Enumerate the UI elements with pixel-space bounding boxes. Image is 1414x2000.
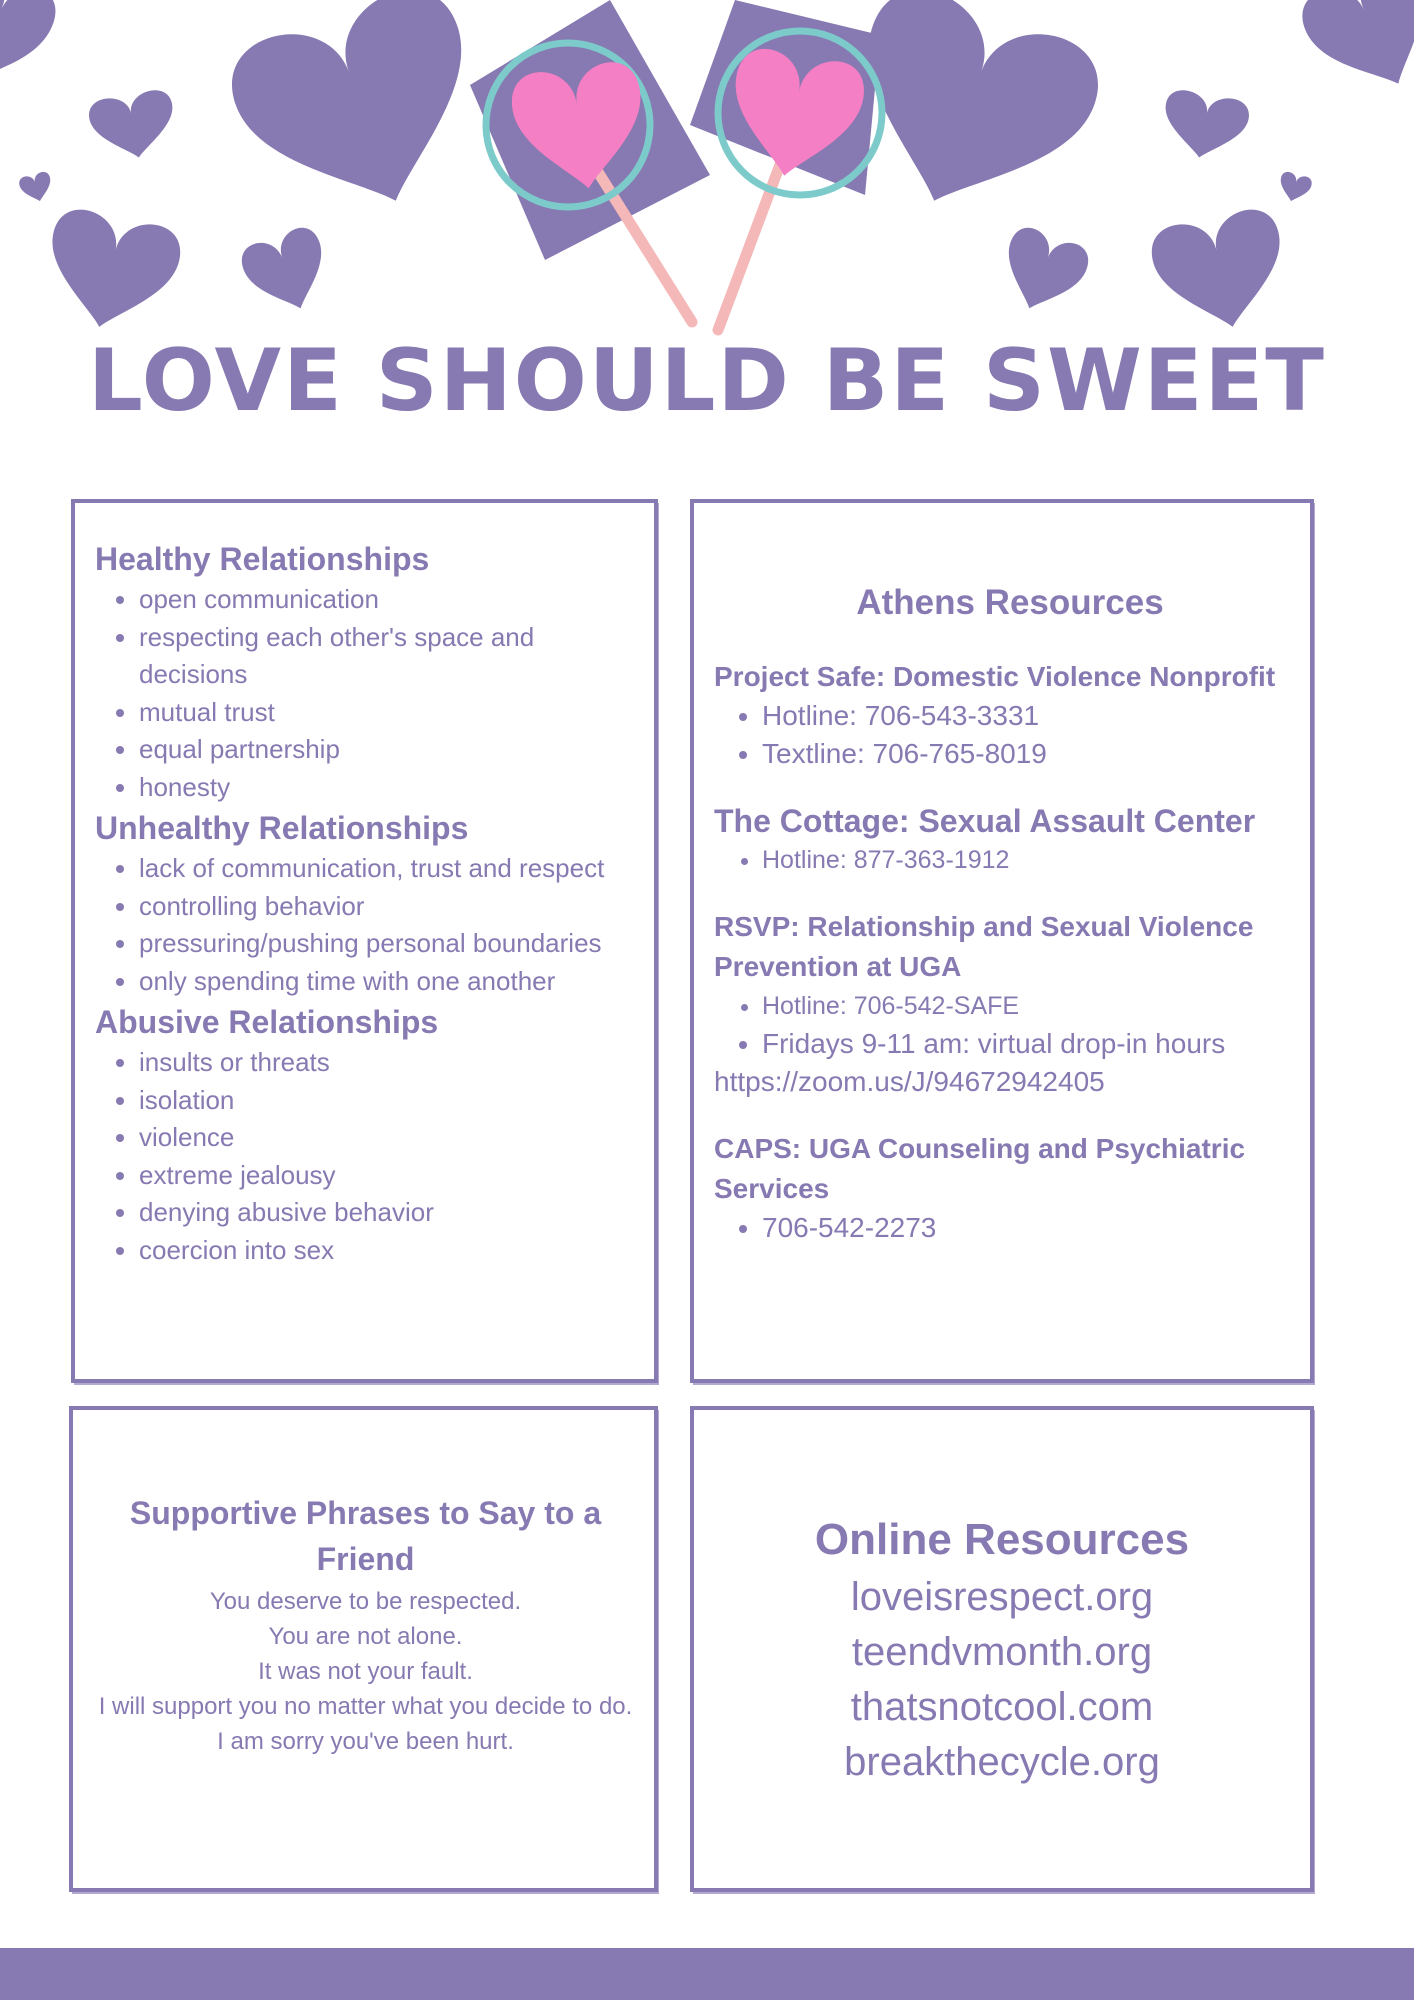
hotline-number[interactable]: Hotline: 706-542-SAFE bbox=[762, 987, 1306, 1025]
org-rsvp: RSVP: Relationship and Sexual Violence P… bbox=[714, 907, 1306, 1101]
list-item: respecting each other's space and decisi… bbox=[139, 619, 645, 694]
zoom-link[interactable]: https://zoom.us/J/94672942405 bbox=[714, 1063, 1306, 1101]
list-item: controlling behavior bbox=[139, 888, 645, 926]
heart-icon bbox=[236, 222, 339, 323]
athens-title: Athens Resources bbox=[856, 583, 1164, 622]
link-breakthecycle[interactable]: breakthecycle.org bbox=[694, 1735, 1310, 1790]
relationships-box: Healthy Relationships open communication… bbox=[71, 499, 658, 1383]
org-caps: CAPS: UGA Counseling and Psychiatric Ser… bbox=[714, 1129, 1306, 1247]
list-item: pressuring/pushing personal boundaries bbox=[139, 925, 645, 963]
list-item: insults or threats bbox=[139, 1044, 645, 1082]
abusive-heading: Abusive Relationships bbox=[95, 1004, 439, 1040]
link-loveisrespect[interactable]: loveisrespect.org bbox=[694, 1570, 1310, 1625]
online-title: Online Resources bbox=[814, 1515, 1190, 1564]
list-item: equal partnership bbox=[139, 731, 645, 769]
list-item: coercion into sex bbox=[139, 1232, 645, 1270]
phrase-line: You deserve to be respected. bbox=[209, 1588, 522, 1615]
list-item: extreme jealousy bbox=[139, 1157, 645, 1195]
list-item: honesty bbox=[139, 769, 645, 807]
supportive-phrases-box: Supportive Phrases to Say to a Friend Yo… bbox=[69, 1406, 658, 1892]
heart-icon bbox=[991, 222, 1094, 323]
drop-in-hours: Fridays 9-11 am: virtual drop-in hours bbox=[762, 1025, 1306, 1063]
heart-icon bbox=[1275, 170, 1314, 206]
org-name: Project Safe: Domestic Violence Nonprofi… bbox=[714, 661, 1276, 692]
phone-number[interactable]: 706-542-2273 bbox=[762, 1209, 1306, 1247]
phrase-line: I am sorry you've been hurt. bbox=[217, 1728, 514, 1755]
heart-icon bbox=[86, 87, 181, 165]
page-title: LOVE SHOULD BE SWEET bbox=[88, 331, 1326, 431]
heart-icon bbox=[1293, 0, 1414, 110]
list-item: isolation bbox=[139, 1082, 645, 1120]
link-thatsnotcool[interactable]: thatsnotcool.com bbox=[694, 1680, 1310, 1735]
hearts-lollipops-illustration bbox=[0, 0, 1414, 341]
athens-resources-box: Athens Resources Project Safe: Domestic … bbox=[690, 499, 1314, 1383]
textline-number[interactable]: Textline: 706-765-8019 bbox=[762, 735, 1306, 773]
phrase-line: You are not alone. bbox=[268, 1623, 463, 1650]
org-name: CAPS: UGA Counseling and Psychiatric Ser… bbox=[714, 1133, 1246, 1204]
heart-icon bbox=[36, 204, 186, 341]
hotline-number[interactable]: Hotline: 877-363-1912 bbox=[762, 841, 1306, 879]
heart-icon bbox=[1146, 204, 1296, 341]
unhealthy-list: lack of communication, trust and respect… bbox=[95, 850, 645, 1000]
list-item: open communication bbox=[139, 581, 645, 619]
phrases-title: Supportive Phrases to Say to a Friend bbox=[129, 1495, 602, 1577]
heart-icon bbox=[218, 0, 507, 242]
org-project-safe: Project Safe: Domestic Violence Nonprofi… bbox=[714, 657, 1306, 773]
hotline-number[interactable]: Hotline: 706-543-3331 bbox=[762, 697, 1306, 735]
list-item: violence bbox=[139, 1119, 645, 1157]
abusive-list: insults or threats isolation violence ex… bbox=[95, 1044, 645, 1269]
org-name: The Cottage: Sexual Assault Center bbox=[714, 803, 1256, 839]
link-teendvmonth[interactable]: teendvmonth.org bbox=[694, 1625, 1310, 1680]
phrase-line: I will support you no matter what you de… bbox=[98, 1693, 633, 1720]
list-item: denying abusive behavior bbox=[139, 1194, 645, 1232]
heart-icon bbox=[17, 170, 56, 206]
online-resources-box: Online Resources loveisrespect.org teend… bbox=[690, 1406, 1314, 1892]
heart-icon bbox=[1157, 87, 1252, 165]
healthy-list: open communication respecting each other… bbox=[95, 581, 645, 806]
list-item: only spending time with one another bbox=[139, 963, 645, 1001]
list-item: mutual trust bbox=[139, 694, 645, 732]
phrase-line: It was not your fault. bbox=[258, 1658, 473, 1685]
healthy-heading: Healthy Relationships bbox=[95, 541, 430, 577]
heart-icon bbox=[0, 0, 65, 107]
footer-bar bbox=[0, 1948, 1414, 2000]
unhealthy-heading: Unhealthy Relationships bbox=[95, 810, 469, 846]
org-name: RSVP: Relationship and Sexual Violence P… bbox=[714, 911, 1254, 982]
list-item: lack of communication, trust and respect bbox=[139, 850, 645, 888]
org-the-cottage: The Cottage: Sexual Assault Center Hotli… bbox=[714, 801, 1306, 879]
